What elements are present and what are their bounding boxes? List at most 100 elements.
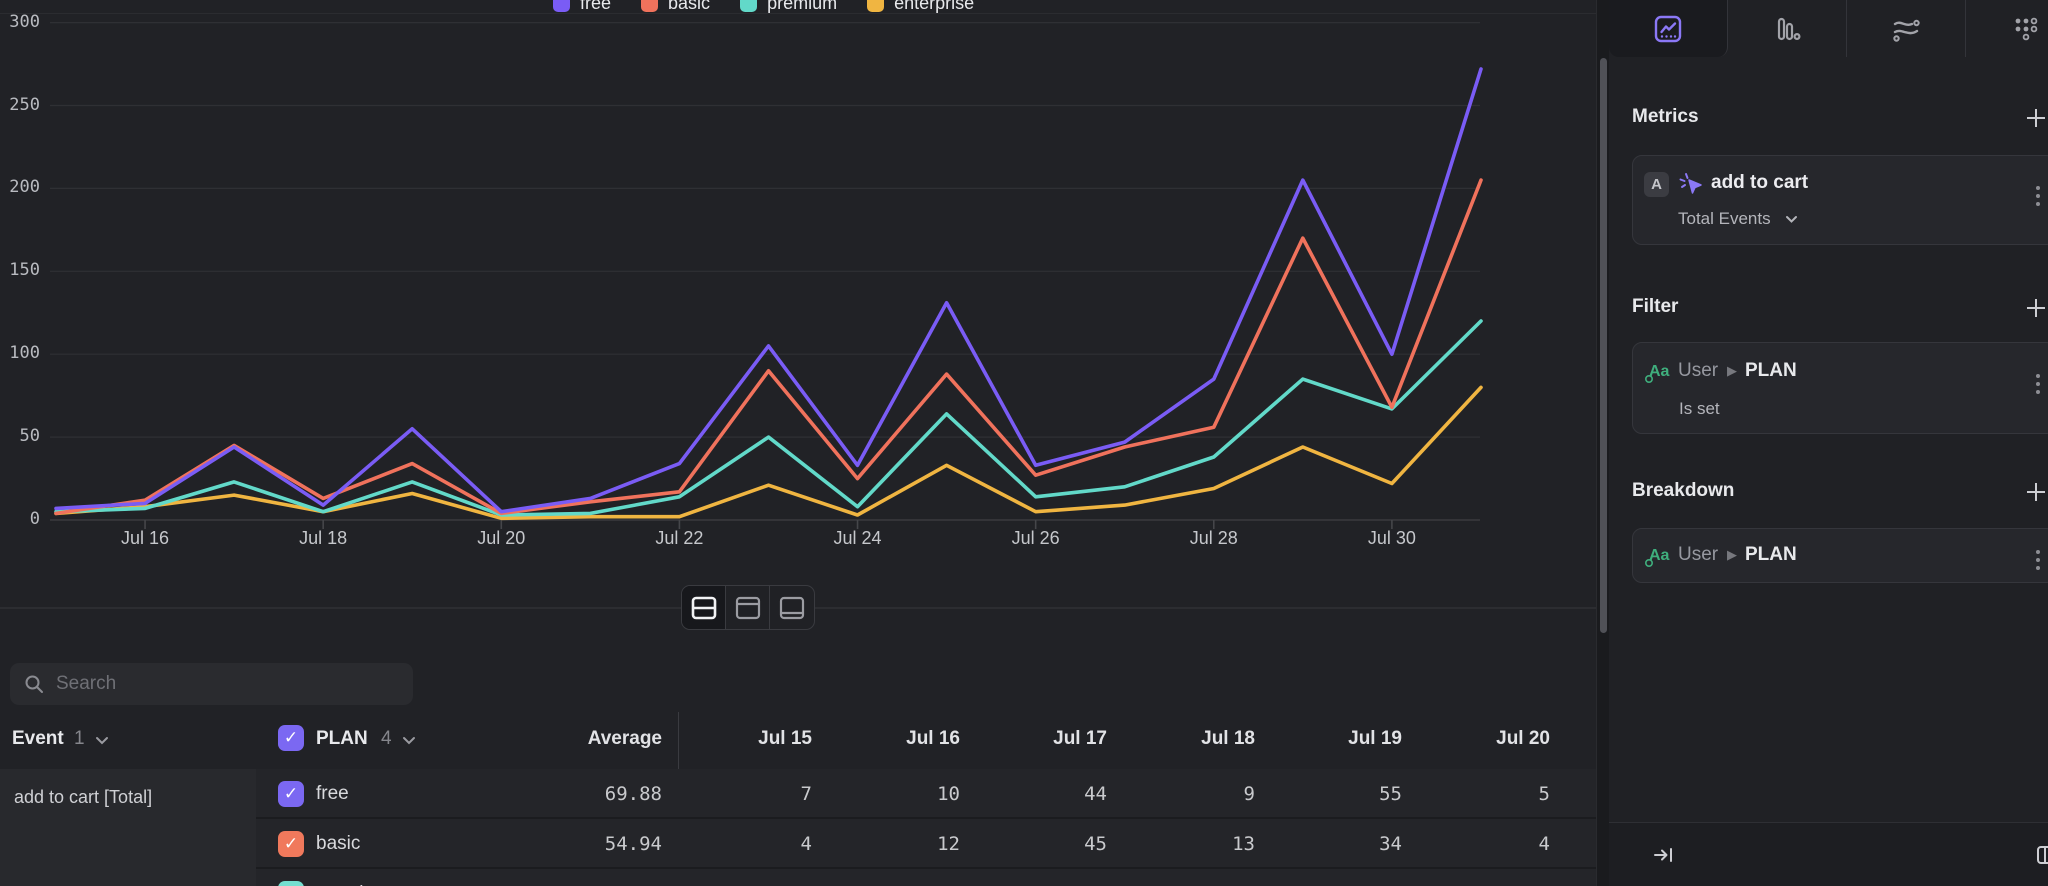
breakdown-kebab-menu[interactable] [2035,546,2041,574]
filter-section-title: Filter [1632,296,1678,318]
row-checkbox[interactable]: ✓ [278,781,304,807]
y-axis-tick: 50 [0,426,40,446]
collapse-panel-icon[interactable] [1653,845,1675,865]
row-average: 69.88 [512,783,662,805]
layout-table-focus-button[interactable] [770,586,814,629]
plan-count: 4 [381,728,392,750]
y-axis-tick: 250 [0,95,40,115]
row-value: 9 [1105,783,1255,805]
series-line-free [56,69,1481,512]
more-grid-icon [2011,14,2041,44]
row-value: 55 [1252,783,1402,805]
table-header: Event 1 ✓ PLAN 4 Average Jul 15Jul 16Jul… [0,712,1596,769]
x-axis-tick: Jul 30 [1347,528,1437,549]
layout-split-even-button[interactable] [682,586,726,629]
config-panel: Metrics A add to cart Total Events Filte… [1609,0,2048,886]
plan-select-all-checkbox[interactable]: ✓ [278,725,304,751]
y-axis-tick: 150 [0,260,40,280]
chart-focus-icon [735,596,761,620]
chevron-down-icon[interactable] [402,736,416,745]
row-value: 44 [957,783,1107,805]
y-axis-tick: 300 [0,12,40,32]
event-count: 1 [74,728,85,750]
table-focus-icon [779,596,805,620]
breakdown-card[interactable]: Aa User ▶ PLAN [1632,528,2048,583]
breakdown-section-title: Breakdown [1632,480,1734,502]
row-checkbox[interactable]: ✓ [278,831,304,857]
date-column-header[interactable]: Jul 19 [1252,728,1402,750]
tab-bar-chart[interactable] [1728,0,1847,57]
tab-line-chart[interactable] [1609,0,1728,57]
user-property-icon: Aa [1644,359,1670,385]
row-group-label: add to cart [Total] [14,787,152,808]
x-axis-tick: Jul 18 [278,528,368,549]
add-metric-button[interactable] [2024,106,2048,130]
filter-kebab-menu[interactable] [2035,370,2041,398]
row-label: basic [316,833,360,855]
event-column-header[interactable]: Event [12,728,64,750]
row-value: 7 [662,783,812,805]
search-icon [24,674,44,694]
row-value: 10 [810,783,960,805]
add-breakdown-button[interactable] [2024,480,2048,504]
caret-right-icon: ▶ [1721,547,1743,563]
table-row-free: ✓free69.88710449555 [256,769,1596,819]
row-average: 54.94 [512,833,662,855]
panel-footer [1609,822,2048,886]
row-label: free [316,783,349,805]
scrollbar-thumb[interactable] [1600,58,1607,633]
app-window: freebasicpremiumenterprise 0501001502002… [0,0,2048,886]
series-line-enterprise [56,387,1481,518]
y-axis-tick: 200 [0,177,40,197]
x-axis-tick: Jul 28 [1169,528,1259,549]
search-input[interactable] [56,673,376,695]
filter-property[interactable]: PLAN [1745,360,1797,382]
row-value: 5 [1400,783,1550,805]
y-axis-tick: 100 [0,343,40,363]
metric-measure[interactable]: Total Events [1678,209,1771,229]
main-area: freebasicpremiumenterprise 0501001502002… [0,0,1596,886]
filter-scope[interactable]: User [1678,360,1718,382]
metric-letter-badge: A [1644,172,1669,197]
metrics-section-title: Metrics [1632,106,1699,128]
x-axis-tick: Jul 22 [634,528,724,549]
row-checkbox[interactable]: ✓ [278,881,304,886]
line-chart[interactable] [0,0,1596,560]
row-value: 4 [662,833,812,855]
date-column-header[interactable]: Jul 17 [957,728,1107,750]
breakdown-scope[interactable]: User [1678,544,1718,566]
flow-icon [1890,14,1922,44]
breakdown-property[interactable]: PLAN [1745,544,1797,566]
metric-kebab-menu[interactable] [2035,182,2041,210]
filter-operator[interactable]: Is set [1679,399,1720,419]
date-column-header[interactable]: Jul 18 [1105,728,1255,750]
add-filter-button[interactable] [2024,296,2048,320]
table-row-premium: ✓premium33.0057235233 [256,869,1596,886]
vertical-scrollbar[interactable] [1596,0,1609,886]
x-axis-tick: Jul 20 [456,528,546,549]
x-axis-tick: Jul 16 [100,528,190,549]
row-value: 12 [810,833,960,855]
caret-right-icon: ▶ [1721,363,1743,379]
layout-toggle-group [681,585,815,630]
date-column-header[interactable]: Jul 15 [662,728,812,750]
chevron-down-icon[interactable] [1785,215,1798,224]
metric-card[interactable]: A add to cart Total Events [1632,155,2048,245]
event-cursor-icon [1677,170,1705,198]
plan-column-header[interactable]: PLAN [316,728,368,750]
average-column-header[interactable]: Average [512,728,662,750]
x-axis-tick: Jul 24 [813,528,903,549]
x-axis-tick: Jul 26 [991,528,1081,549]
search-bar [10,663,413,705]
chevron-down-icon[interactable] [95,736,109,745]
split-even-icon [691,596,717,620]
tab-more-grid[interactable] [1966,0,2048,57]
date-column-header[interactable]: Jul 20 [1400,728,1550,750]
table-body: add to cart [Total] ✓free69.88710449555✓… [0,769,1596,886]
metric-event-name[interactable]: add to cart [1711,172,1808,194]
layout-chart-focus-button[interactable] [726,586,770,629]
panel-toggle-icon[interactable] [2036,845,2048,865]
tab-flow[interactable] [1847,0,1966,57]
date-column-header[interactable]: Jul 16 [810,728,960,750]
filter-card[interactable]: Aa User ▶ PLAN Is set [1632,342,2048,434]
